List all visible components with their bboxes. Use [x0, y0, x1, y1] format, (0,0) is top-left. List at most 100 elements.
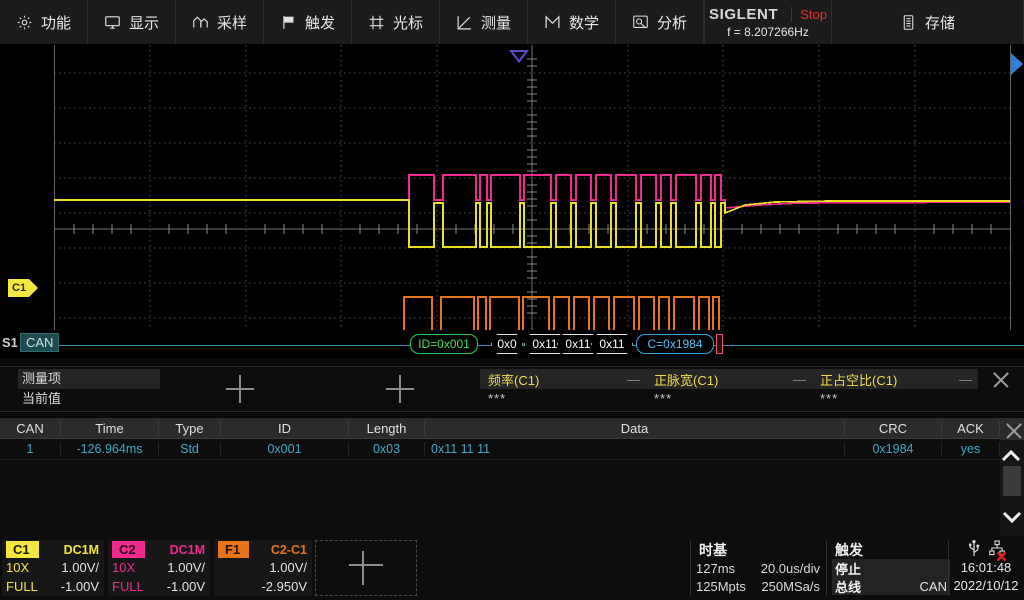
channel-tag-c1[interactable]: C1: [6, 541, 39, 558]
menu-item-cursor[interactable]: 光标: [352, 0, 440, 44]
measurement-value-pos-pulse-width: ***: [654, 391, 673, 406]
channel-voltsdiv-c2[interactable]: 1.00V/: [167, 560, 205, 575]
decode-packet-data-3[interactable]: 0x11: [591, 334, 633, 354]
decode-packet-crc[interactable]: C=0x1984: [636, 334, 714, 354]
channel-coupling-c1[interactable]: DC1M: [64, 543, 99, 557]
channel-box-c2[interactable]: C2 DC1M 10X 1.00V/ FULL -1.00V: [108, 540, 210, 596]
column-header-time: Time: [61, 420, 159, 436]
measurement-remove-icon[interactable]: —: [793, 372, 806, 387]
channel-offset-c1[interactable]: -1.00V: [61, 579, 99, 594]
math-expression-f1[interactable]: C2-C1: [271, 543, 307, 557]
column-header-id: ID: [221, 420, 349, 436]
channel-box-f1[interactable]: F1 C2-C1 1.00V/ -2.950V: [214, 540, 312, 596]
channel-offset-f1[interactable]: -2.950V: [261, 579, 307, 594]
decode-packet-id[interactable]: ID=0x001: [410, 334, 478, 354]
measurement-value-frequency: ***: [488, 391, 507, 406]
menu-item-display[interactable]: 显示: [88, 0, 176, 44]
table-side-controls: [1000, 418, 1024, 536]
channel-bandwidth-c1[interactable]: FULL: [6, 579, 38, 594]
usb-icon[interactable]: [967, 539, 981, 562]
menu-item-math[interactable]: 数学: [528, 0, 616, 44]
menu-item-measure[interactable]: 测量: [440, 0, 528, 44]
measurement-cell-frequency[interactable]: 频率(C1) — ***: [480, 367, 646, 411]
analysis-icon: [632, 14, 649, 31]
divider: [948, 540, 949, 596]
cell-data: 0x11 11 11: [425, 442, 845, 456]
close-icon: [1004, 421, 1020, 437]
channel-tag-c2[interactable]: C2: [112, 541, 145, 558]
system-date: 2022/10/12: [953, 578, 1019, 593]
measurement-items-label: 测量项: [18, 369, 160, 389]
waveform-display-area[interactable]: C1 F1: [0, 45, 1024, 330]
trigger-title: 触发: [835, 542, 863, 558]
column-header-type: Type: [159, 420, 221, 436]
cell-can: 1: [0, 442, 61, 456]
timebase-delay[interactable]: 127ms: [696, 561, 735, 576]
close-measure-panel-button[interactable]: [978, 367, 1024, 411]
add-measurement-slot-1[interactable]: [160, 367, 320, 411]
close-icon: [991, 370, 1011, 390]
menu-label-utility: 功能: [40, 14, 71, 32]
status-indicator-box[interactable]: SIGLENT Stop f = 8.207266Hz: [704, 0, 832, 44]
add-measurement-slot-2[interactable]: [320, 367, 480, 411]
timebase-box[interactable]: 时基 127ms 20.0us/div 125Mpts 250MSa/s: [696, 540, 820, 596]
chevron-up-icon: [1001, 449, 1021, 461]
trigger-source-value[interactable]: CAN: [920, 579, 950, 594]
channel-box-c1[interactable]: C1 DC1M 10X 1.00V/ FULL -1.00V: [2, 540, 104, 596]
decode-bus-name-tag[interactable]: CAN: [20, 333, 60, 352]
trigger-box[interactable]: 触发 停止 总线 CAN: [832, 540, 950, 596]
measurement-cell-pos-pulse-width[interactable]: 正脉宽(C1) — ***: [646, 367, 812, 411]
channel-offset-c2[interactable]: -1.00V: [167, 579, 205, 594]
can-table-header: CAN Time Type ID Length Data CRC ACK: [0, 418, 1024, 439]
horizontal-position-arrow[interactable]: [1011, 53, 1023, 75]
decode-packet-data-1-text: 0x11: [532, 337, 558, 351]
measurement-panel: 测量项 当前值 频率(C1) — *** 正脉宽(C1) — *** 正占空比(…: [0, 366, 1024, 412]
channel-probe-c2[interactable]: 10X: [112, 560, 135, 575]
decode-packet-crc-text: C=0x1984: [647, 337, 703, 351]
channel-bandwidth-c2[interactable]: FULL: [112, 579, 144, 594]
channel-marker-c1[interactable]: C1: [8, 279, 39, 297]
channel-voltsdiv-c1[interactable]: 1.00V/: [61, 560, 99, 575]
menu-item-acquire[interactable]: 采样: [176, 0, 264, 44]
cell-length: 0x03: [349, 442, 425, 456]
measurement-row-labels: 测量项 当前值: [0, 367, 160, 411]
measurement-title-pos-pulse-width: 正脉宽(C1): [654, 372, 719, 388]
plus-icon: [349, 551, 383, 585]
measurement-cell-pos-duty[interactable]: 正占空比(C1) — ***: [812, 367, 978, 411]
decode-packet-data-0[interactable]: 0x0: [491, 334, 523, 354]
measurement-remove-icon[interactable]: —: [959, 372, 972, 387]
run-state-badge[interactable]: Stop: [791, 6, 827, 22]
table-row[interactable]: 1 -126.964ms Std 0x001 0x03 0x11 11 11 0…: [0, 439, 1024, 460]
column-header-ack: ACK: [942, 420, 1000, 436]
trigger-source-label[interactable]: 总线: [832, 577, 861, 596]
lan-disconnected-icon[interactable]: [989, 539, 1007, 561]
bus-decode-row[interactable]: S1 CAN ID=0x001 0x0 0x11 0x11 0x11 C=0x1…: [0, 330, 1024, 358]
trigger-state[interactable]: 停止: [832, 559, 861, 578]
column-header-length: Length: [349, 420, 425, 436]
channel-marker-c1-label: C1: [12, 282, 27, 294]
menu-item-trigger[interactable]: 触发: [264, 0, 352, 44]
menu-label-cursor: 光标: [392, 14, 423, 32]
add-channel-button[interactable]: [315, 540, 417, 596]
utility-gear-icon: [16, 14, 33, 31]
menu-item-storage[interactable]: 存储: [832, 0, 1024, 44]
system-clock: 16:01:48: [960, 560, 1012, 575]
cell-type: Std: [159, 442, 221, 456]
timebase-sample-rate[interactable]: 250MSa/s: [761, 579, 820, 594]
column-header-can: CAN: [0, 420, 61, 436]
measurement-remove-icon[interactable]: —: [627, 372, 640, 387]
channel-probe-c1[interactable]: 10X: [6, 560, 29, 575]
scroll-up-button[interactable]: [1000, 442, 1022, 468]
channel-coupling-c2[interactable]: DC1M: [170, 543, 205, 557]
menu-item-analysis[interactable]: 分析: [616, 0, 704, 44]
timebase-scale[interactable]: 20.0us/div: [761, 561, 820, 576]
trigger-position-marker-inner: [513, 52, 525, 60]
menu-item-utility[interactable]: 功能: [0, 0, 88, 44]
timebase-memory-depth[interactable]: 125Mpts: [696, 579, 746, 594]
table-scrollbar[interactable]: [1003, 466, 1021, 496]
can-decode-table[interactable]: CAN Time Type ID Length Data CRC ACK 1 -…: [0, 418, 1024, 536]
scroll-down-button[interactable]: [1001, 504, 1023, 530]
close-table-button[interactable]: [1000, 418, 1024, 440]
channel-voltsdiv-f1[interactable]: 1.00V/: [269, 560, 307, 575]
channel-tag-f1[interactable]: F1: [218, 541, 250, 558]
